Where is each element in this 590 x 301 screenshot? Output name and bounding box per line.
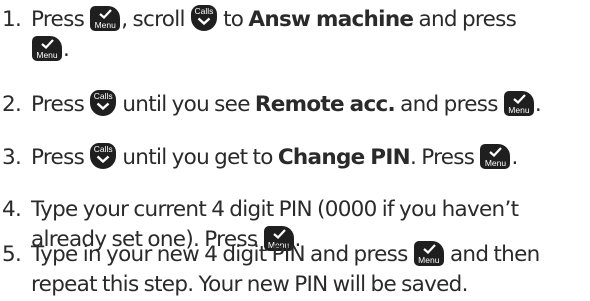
step-text: and press — [400, 92, 498, 117]
step-line-2: repeat this step. Your new PIN will be s… — [0, 270, 590, 300]
step-text: . — [511, 145, 518, 170]
step-text: , scroll — [121, 7, 185, 32]
menu-key-label: Menu — [418, 255, 440, 265]
calls-down-key-icon: Calls — [90, 143, 117, 169]
step-1: 1. Press Menu , scroll Calls to Answ machi… — [0, 5, 590, 65]
calls-down-key-icon: Calls — [190, 5, 217, 31]
step-2: 2. Press Calls until you see Remote acc. … — [0, 90, 590, 120]
menu-key-icon: Menu — [503, 91, 534, 116]
step-text: Press — [31, 92, 85, 117]
instruction-steps: 1. Press Menu , scroll Calls to Answ machi… — [0, 0, 590, 301]
step-line-2: Menu. — [0, 35, 590, 65]
menu-key-icon: Menu — [413, 241, 444, 266]
menu-key-label: Menu — [484, 158, 507, 168]
step-3: 3. Press Calls until you get to Change PI… — [0, 143, 590, 173]
step-text: Type in your new 4 digit PIN and press — [31, 242, 408, 267]
calls-down-key-icon: Calls — [90, 90, 117, 116]
step-text: until you see — [122, 92, 250, 117]
menu-key-icon: Menu — [480, 144, 511, 169]
step-text: repeat this step. Your new PIN will be s… — [31, 272, 468, 297]
calls-key-label: Calls — [194, 6, 214, 16]
step-text: until you get to — [122, 145, 273, 170]
step-5: 5. Type in your new 4 digit PIN and press… — [0, 240, 590, 300]
step-number: 3. — [2, 145, 22, 170]
step-text: . Press — [409, 145, 475, 170]
step-number: 1. — [2, 7, 22, 32]
calls-key-label: Calls — [93, 144, 113, 154]
menu-option-remote-acc: Remote acc. — [254, 92, 396, 117]
step-number: 2. — [2, 92, 22, 117]
step-text: . — [534, 92, 542, 117]
menu-key-icon: Menu — [32, 36, 62, 61]
menu-key-icon: Menu — [90, 6, 121, 31]
step-text: . — [63, 37, 70, 62]
step-text: and then — [449, 242, 540, 267]
step-text: Type your current 4 digit PIN (0000 if y… — [31, 197, 519, 222]
menu-key-label: Menu — [508, 105, 530, 115]
menu-option-answ-machine: Answ machine — [248, 7, 414, 32]
step-text: and press — [418, 7, 517, 32]
menu-key-label: Menu — [94, 20, 116, 30]
menu-key-label: Menu — [36, 50, 58, 60]
step-number: 4. — [2, 197, 22, 222]
step-text: Press — [31, 145, 85, 170]
menu-option-change-pin: Change PIN — [277, 145, 411, 170]
calls-key-label: Calls — [93, 91, 113, 101]
step-text: Press — [31, 7, 85, 32]
step-text: to — [223, 7, 244, 32]
step-number: 5. — [2, 242, 22, 267]
